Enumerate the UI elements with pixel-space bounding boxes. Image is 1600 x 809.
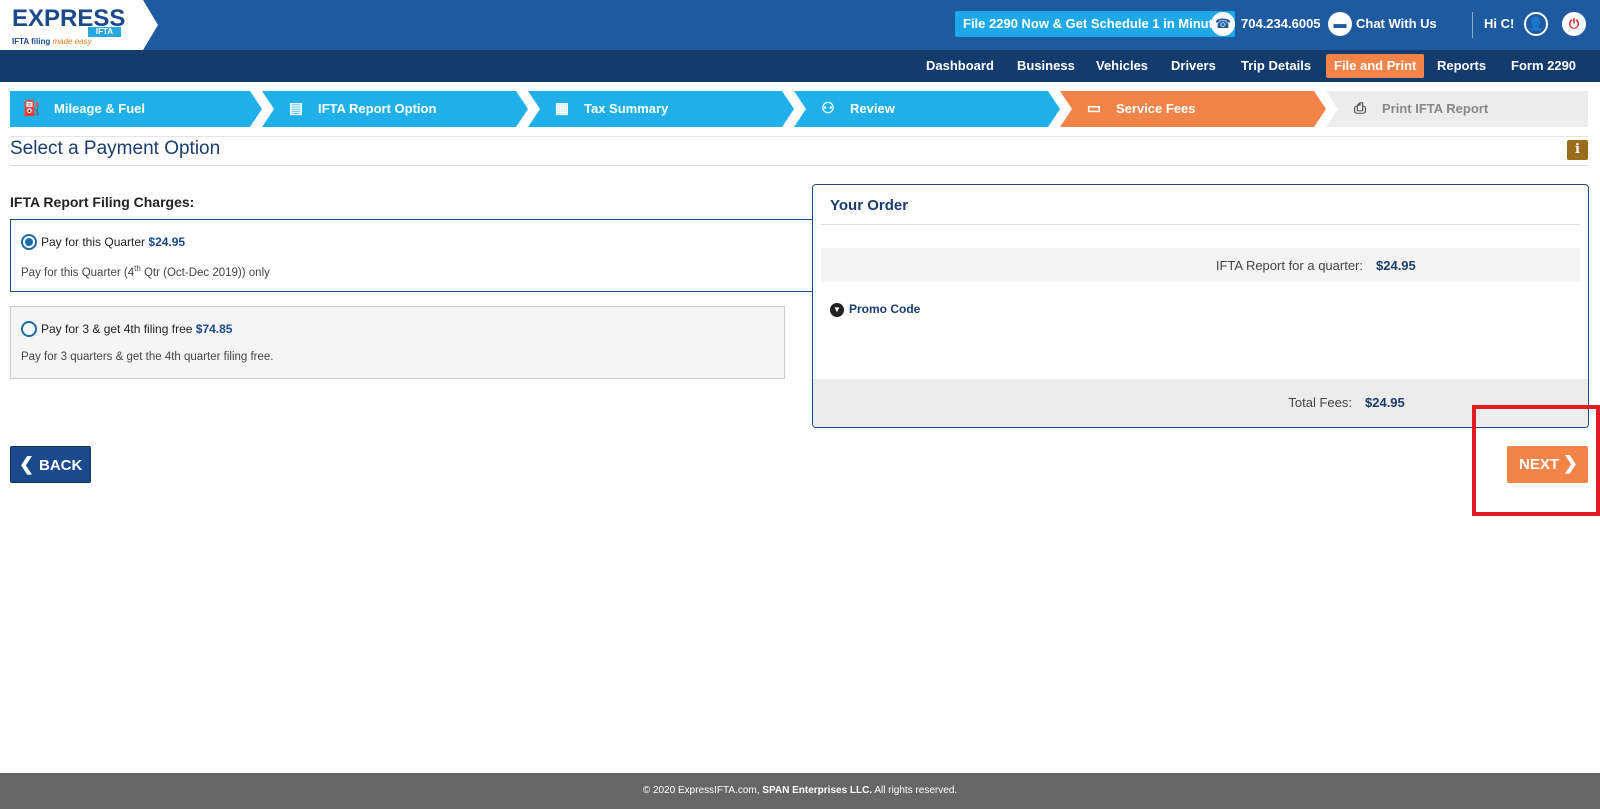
option-title: Pay for 3 & get 4th filing free $74.85 [41,322,233,336]
option-description: Pay for this Quarter (4th Qtr (Oct-Dec 2… [21,264,270,279]
payment-option-bundle[interactable]: Pay for 3 & get 4th filing free $74.85 P… [10,306,785,379]
divider [821,224,1580,225]
order-summary-panel: Your Order IFTA Report for a quarter: $2… [812,184,1589,428]
step-print-ifta-report[interactable]: ⎙ Print IFTA Report [1326,91,1588,127]
nav-vehicles[interactable]: Vehicles [1088,54,1156,78]
logo[interactable]: EXPRESS IFTA IFTA filing made easy [0,0,158,50]
step-label: Review [850,101,895,116]
back-button[interactable]: ❮ BACK [10,446,91,483]
payment-option-quarter[interactable]: Pay for this Quarter $24.95 Pay for this… [10,219,812,292]
step-tax-summary[interactable]: ▦ Tax Summary [528,91,794,127]
info-icon[interactable]: i [1567,140,1588,160]
charges-label: IFTA Report Filing Charges: [10,194,195,210]
order-title: Your Order [830,197,909,214]
nav-trip-details[interactable]: Trip Details [1233,54,1319,78]
option-description: Pay for 3 quarters & get the 4th quarter… [21,351,274,363]
divider [10,136,1588,137]
header-divider [1472,12,1473,38]
report-icon: ▤ [288,100,304,117]
nav-reports[interactable]: Reports [1429,54,1494,78]
promo-label: Promo Code [849,302,921,316]
document-icon: ▦ [554,100,570,117]
user-greeting: Hi C! [1484,16,1515,31]
chat-icon: ▬ [1328,12,1352,36]
money-icon: ▭ [1086,100,1102,117]
nav-business[interactable]: Business [1009,54,1083,78]
step-review[interactable]: ⚇ Review [794,91,1060,127]
step-mileage-fuel[interactable]: ⛽ Mileage & Fuel [10,91,262,127]
total-value: $24.95 [1365,395,1405,410]
nav-drivers[interactable]: Drivers [1163,54,1224,78]
logo-sub: IFTA [88,27,121,37]
user-icon[interactable]: 👤 [1524,12,1548,36]
radio-quarter[interactable] [21,234,37,250]
phone-number[interactable]: 704.234.6005 [1241,16,1321,31]
chat-link[interactable]: Chat With Us [1356,16,1437,31]
file-2290-promo-button[interactable]: File 2290 Now & Get Schedule 1 in Minute… [955,11,1236,37]
top-header: EXPRESS IFTA IFTA filing made easy File … [0,0,1600,50]
main-nav: Dashboard Business Vehicles Drivers Trip… [0,50,1600,82]
promo-code-toggle[interactable]: ▼ Promo Code [830,302,920,317]
order-line-item: IFTA Report for a quarter: $24.95 [821,248,1580,282]
page-title: Select a Payment Option [10,138,221,159]
chevron-down-icon: ▼ [830,302,844,317]
step-label: Mileage & Fuel [54,101,146,116]
step-ifta-report-option[interactable]: ▤ IFTA Report Option [262,91,528,127]
back-label: BACK [39,457,83,474]
step-service-fees[interactable]: ▭ Service Fees [1060,91,1326,127]
option-price: $24.95 [148,235,186,249]
step-label: Service Fees [1116,101,1196,116]
divider [10,165,1588,166]
nav-dashboard[interactable]: Dashboard [918,54,1002,78]
option-title: Pay for this Quarter $24.95 [41,235,186,249]
option-price: $74.85 [195,322,233,336]
highlight-box [1472,405,1600,516]
step-label: IFTA Report Option [318,101,437,116]
review-icon: ⚇ [821,100,835,117]
power-icon[interactable]: ⏻ [1562,12,1586,36]
step-label: Tax Summary [584,101,669,116]
radio-bundle[interactable] [21,321,37,337]
chevron-left-icon: ❮ [19,454,35,474]
order-line-value: $24.95 [1376,258,1416,273]
printer-icon: ⎙ [1353,100,1366,117]
total-label: Total Fees: [1288,395,1352,410]
phone-icon: ☎ [1211,12,1235,36]
order-line-label: IFTA Report for a quarter: [1215,258,1363,273]
nav-form-2290[interactable]: Form 2290 [1503,54,1584,78]
fuel-pump-icon: ⛽ [22,100,42,117]
step-label: Print IFTA Report [1382,101,1489,116]
footer: © 2020 ExpressIFTA.com, SPAN Enterprises… [0,773,1600,809]
nav-file-and-print[interactable]: File and Print [1326,54,1425,78]
progress-stepper: ⛽ Mileage & Fuel ▤ IFTA Report Option ▦ … [10,91,1588,127]
logo-tagline: IFTA filing made easy [12,37,92,46]
